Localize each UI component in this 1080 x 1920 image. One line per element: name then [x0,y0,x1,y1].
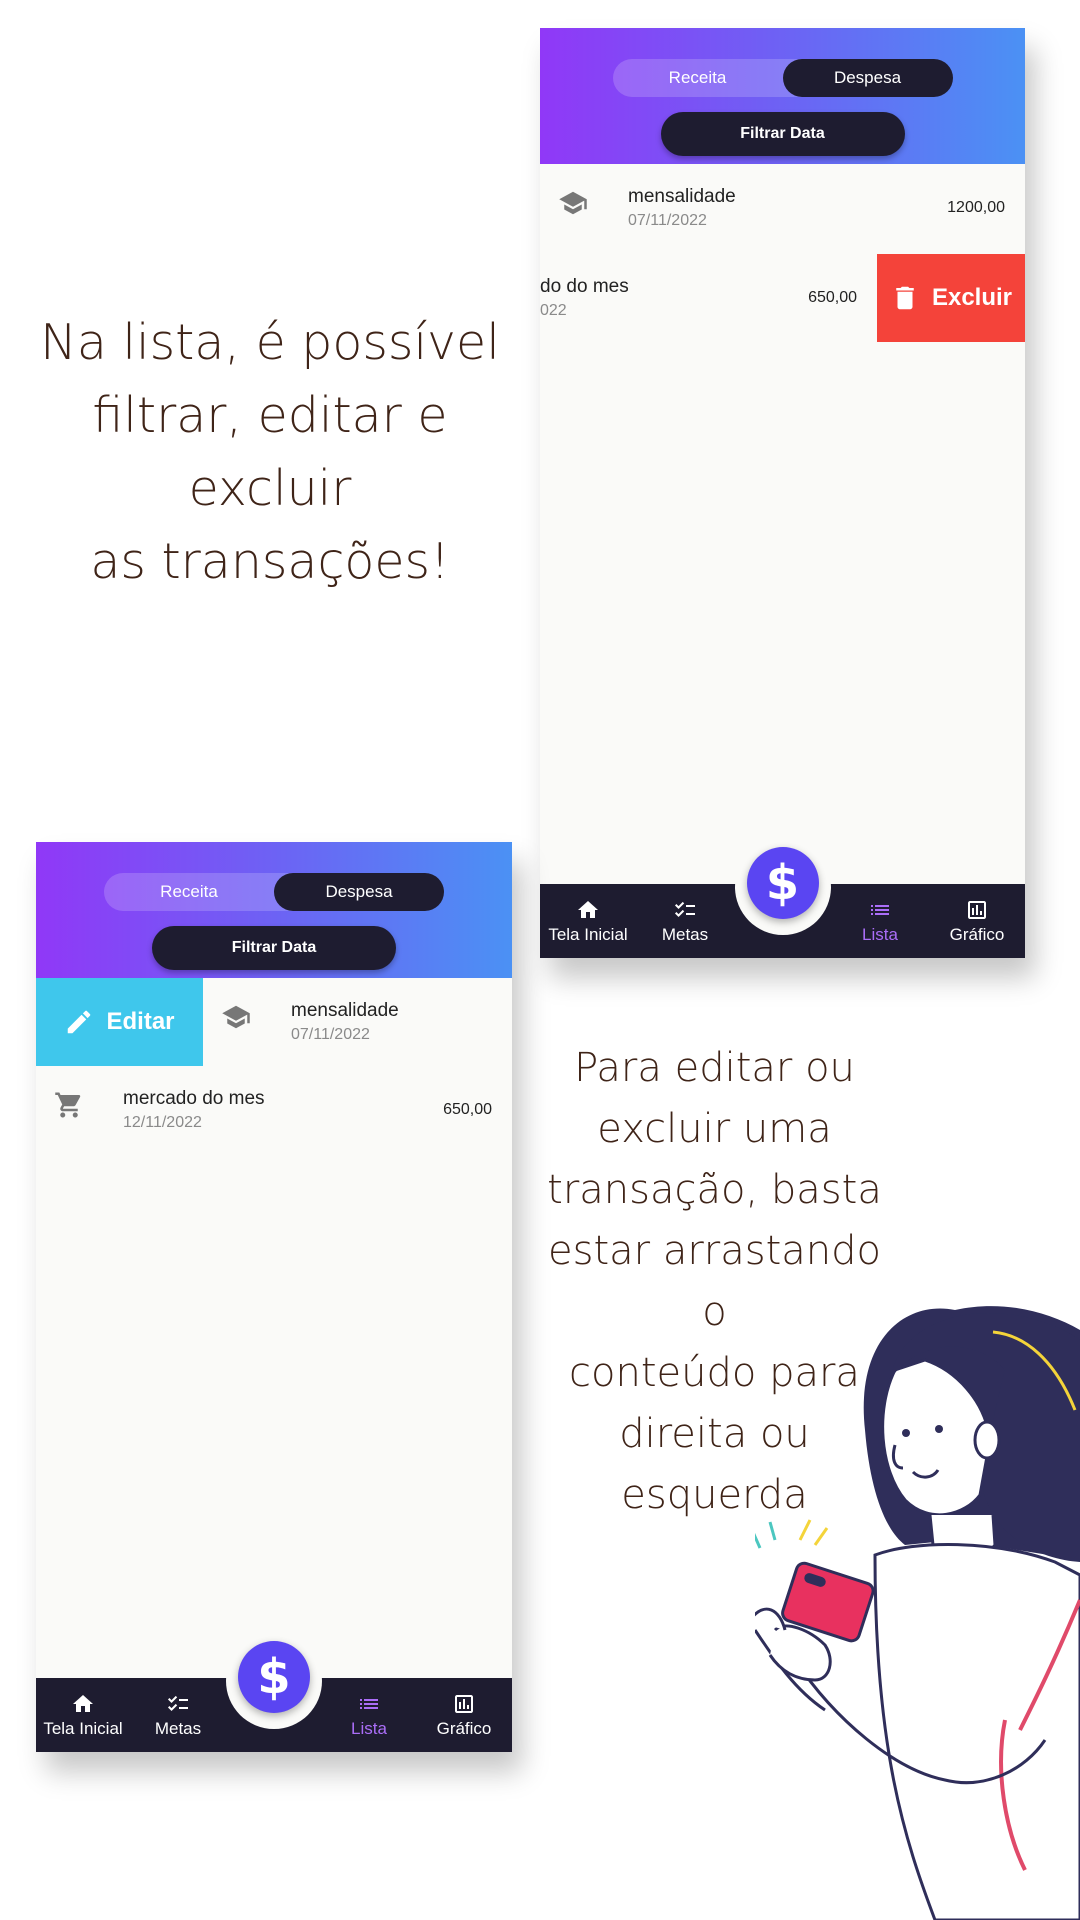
delete-button[interactable]: Excluir [877,254,1025,342]
add-transaction-fab[interactable]: $ [238,1641,310,1713]
add-transaction-fab[interactable]: $ [746,847,819,919]
caption-line: Na lista, é possível [40,314,500,371]
nav-label: Tela Inicial [548,925,628,944]
checklist-icon [168,1695,188,1711]
caption-line: excluir uma [597,1106,832,1152]
nav-item-goals[interactable]: Metas [128,1692,228,1739]
nav-item-home[interactable]: Tela Inicial [540,898,638,945]
nav-item-home[interactable]: Tela Inicial [36,1692,133,1739]
transaction-date: 07/11/2022 [291,1026,370,1043]
home-icon [578,901,598,918]
edit-label: Editar [106,1008,175,1035]
toggle-expense[interactable]: Despesa [782,59,953,97]
school-icon [222,1005,250,1029]
nav-label: Metas [661,925,709,944]
type-toggle: Receita Despesa [612,59,953,97]
list-icon [871,905,889,915]
transaction-row[interactable]: Editar mensalidade 07/11/2022 [36,978,512,1066]
transaction-content: mensalidade 07/11/2022 1200,00 [540,164,1025,252]
cart-icon [55,1092,81,1118]
transaction-date: 07/11/2022 [628,212,707,229]
phone-screen-edit: Receita Despesa Filtrar Data Editar mens… [36,842,512,1752]
transaction-title: mensalidade [628,186,736,207]
toggle-income[interactable]: Receita [104,873,274,911]
transaction-date: 12/11/2022 [123,1114,202,1131]
transaction-title: do do mes [540,276,629,297]
edit-button[interactable]: Editar [36,978,203,1066]
transaction-title: mercado do mes [123,1088,265,1109]
app-header: Receita Despesa Filtrar Data [540,28,1025,164]
nav-label: Gráfico [949,925,1005,944]
caption-line: as transações! [90,533,450,590]
bottom-nav: $ Tela Inicial Metas Lista Gráfico [540,839,1025,958]
transaction-row[interactable]: mensalidade 07/11/2022 1200,00 [540,164,1025,252]
chart-icon [968,901,986,919]
type-toggle: Receita Despesa [104,873,444,911]
filter-date-button[interactable]: Filtrar Data [152,926,396,970]
nav-label: Tela Inicial [43,1719,123,1738]
app-header: Receita Despesa Filtrar Data [36,842,512,978]
nav-item-chart[interactable]: Gráfico [927,898,1025,945]
nav-label: Metas [154,1719,202,1738]
nav-item-chart[interactable]: Gráfico [414,1692,512,1739]
nav-label: Gráfico [436,1719,492,1738]
nav-label: Lista [351,1719,387,1738]
checklist-icon [675,901,695,917]
list-icon [360,1699,378,1709]
transaction-row[interactable]: do do mes 022 650,00 Excluir [540,254,1025,342]
school-icon [559,191,587,215]
transaction-title: mensalidade [291,1000,399,1021]
bottom-nav: $ Tela Inicial Metas Lista Gráfico [36,1633,512,1752]
caption-line: transação, basta [547,1167,882,1213]
phone-screen-delete: Receita Despesa Filtrar Data mensalidade… [540,28,1025,958]
caption-top: Na lista, é possível filtrar, editar e e… [20,306,520,598]
transaction-content: mensalidade 07/11/2022 [203,978,512,1066]
caption-line: Para editar ou [574,1045,855,1091]
home-icon [73,1695,93,1712]
transaction-content: mercado do mes 12/11/2022 650,00 [36,1066,512,1154]
nav-item-list[interactable]: Lista [830,898,930,945]
woman-with-phone-illustration [755,1306,1080,1920]
nav-label: Lista [862,925,898,944]
trash-icon [896,286,914,310]
transaction-amount: 650,00 [808,289,857,306]
chart-icon [455,1695,473,1713]
toggle-income[interactable]: Receita [613,59,783,97]
transaction-amount: 650,00 [443,1101,492,1118]
pencil-icon [68,1010,91,1034]
toggle-expense[interactable]: Despesa [274,873,444,911]
caption-line: filtrar, editar e excluir [92,387,448,517]
nav-item-list[interactable]: Lista [319,1692,419,1739]
nav-item-goals[interactable]: Metas [635,898,735,945]
delete-label: Excluir [931,284,1013,311]
transaction-date: 022 [540,302,567,319]
transaction-amount: 1200,00 [947,199,1005,216]
transaction-row[interactable]: mercado do mes 12/11/2022 650,00 [36,1066,512,1154]
transaction-content: do do mes 022 650,00 [540,254,877,342]
filter-date-button[interactable]: Filtrar Data [660,112,905,156]
